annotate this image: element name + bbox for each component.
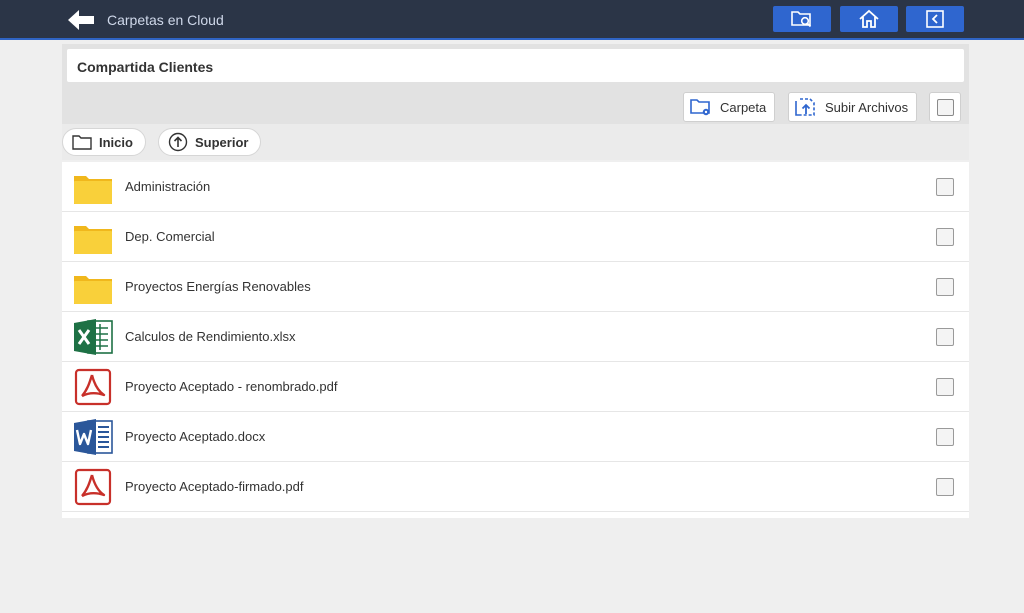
home-button[interactable] — [840, 6, 898, 32]
upload-icon — [795, 98, 815, 116]
app-title: Carpetas en Cloud — [107, 12, 224, 28]
file-name: Proyectos Energías Renovables — [125, 279, 311, 294]
list-item[interactable]: Proyectos Energías Renovables — [62, 262, 969, 312]
arrow-up-circle-icon — [168, 132, 188, 152]
list-item[interactable]: Dep. Comercial — [62, 212, 969, 262]
file-name: Administración — [125, 179, 211, 194]
back-button[interactable] — [66, 8, 96, 32]
list-item[interactable]: Calculos de Rendimiento.xlsx — [62, 312, 969, 362]
row-checkbox[interactable] — [936, 378, 954, 396]
folder-search-icon — [791, 11, 812, 28]
upload-files-button[interactable]: Subir Archivos — [788, 92, 918, 122]
new-folder-button[interactable]: Carpeta — [683, 92, 776, 122]
folder-outline-icon — [72, 135, 92, 150]
file-name: Proyecto Aceptado - renombrado.pdf — [125, 379, 338, 394]
file-name: Calculos de Rendimiento.xlsx — [125, 329, 296, 344]
folder-icon — [74, 276, 112, 304]
row-checkbox[interactable] — [936, 328, 954, 346]
folder-settings-icon — [690, 99, 710, 116]
navigation-row: Inicio Superior — [62, 124, 969, 160]
pdf-file-icon — [74, 468, 112, 506]
excel-file-icon — [74, 319, 113, 355]
home-folder-button[interactable]: Inicio — [62, 128, 146, 156]
arrow-left-icon — [68, 10, 94, 30]
new-folder-label: Carpeta — [720, 99, 767, 115]
list-item[interactable]: Administración — [62, 162, 969, 212]
list-item[interactable]: Proyecto Aceptado-firmado.pdf — [62, 462, 969, 512]
top-bar: Carpetas en Cloud — [0, 0, 1024, 40]
current-folder-path: Compartida Clientes — [67, 49, 964, 82]
home-icon — [859, 9, 879, 28]
file-list: Administración Dep. Comercial Proyectos … — [62, 162, 969, 518]
chevron-left-box-icon — [926, 10, 944, 28]
row-checkbox[interactable] — [936, 228, 954, 246]
pdf-file-icon — [74, 368, 112, 406]
list-item[interactable]: Proyecto Aceptado.docx — [62, 412, 969, 462]
file-name: Proyecto Aceptado.docx — [125, 429, 266, 444]
home-folder-label: Inicio — [99, 134, 133, 150]
collapse-button[interactable] — [906, 6, 964, 32]
row-checkbox[interactable] — [936, 478, 954, 496]
upload-files-label: Subir Archivos — [825, 99, 909, 115]
folder-search-button[interactable] — [773, 6, 831, 32]
folder-icon — [74, 226, 112, 254]
list-item[interactable]: Proyecto Aceptado - renombrado.pdf — [62, 362, 969, 412]
parent-folder-label: Superior — [195, 134, 249, 150]
file-name: Proyecto Aceptado-firmado.pdf — [125, 479, 304, 494]
checkbox-box — [937, 99, 954, 116]
row-checkbox[interactable] — [936, 278, 954, 296]
file-name: Dep. Comercial — [125, 229, 215, 244]
folder-panel: Compartida Clientes Carpeta Subir Archiv… — [62, 44, 969, 124]
parent-folder-button[interactable]: Superior — [158, 128, 262, 156]
word-file-icon — [74, 419, 113, 455]
row-checkbox[interactable] — [936, 428, 954, 446]
select-all-checkbox[interactable] — [929, 92, 961, 122]
row-checkbox[interactable] — [936, 178, 954, 196]
folder-icon — [74, 176, 112, 204]
